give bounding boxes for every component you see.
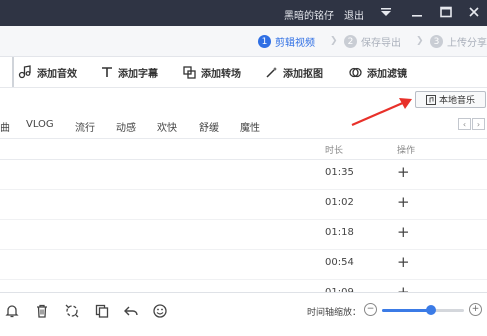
user-name[interactable]: 黑暗的铭仔: [284, 7, 334, 22]
step-save-export[interactable]: 2 保存导出: [344, 34, 401, 49]
add-filter-button[interactable]: 添加滤镜: [349, 57, 407, 87]
category-tab[interactable]: 魔性: [240, 119, 260, 134]
music-row[interactable]: 01:35 +: [0, 159, 487, 190]
tool-row: 添加音效 添加字幕 添加转场 添加抠图 添加滤镜: [0, 57, 487, 88]
transition-icon: [183, 65, 196, 79]
step-number: 3: [430, 35, 443, 48]
add-icon[interactable]: +: [397, 253, 410, 271]
category-tab[interactable]: 舒缓: [199, 119, 219, 134]
tool-label: 添加音效: [37, 68, 77, 80]
add-subtitle-button[interactable]: 添加字幕: [101, 57, 158, 87]
trash-icon[interactable]: [34, 303, 50, 319]
step-number: 1: [258, 35, 271, 48]
slider-fill: [382, 309, 432, 312]
actions-header: 操作: [397, 146, 416, 156]
music-row[interactable]: 01:02 +: [0, 189, 487, 220]
menu-dropdown-icon[interactable]: [378, 4, 394, 20]
timeline-zoom-slider[interactable]: [382, 305, 464, 315]
tool-label: 添加字幕: [118, 68, 158, 80]
music-row[interactable]: 01:18 +: [0, 219, 487, 250]
step-label: 保存导出: [361, 38, 401, 49]
copy-icon[interactable]: [94, 303, 110, 319]
step-edit-video[interactable]: 1 剪辑视频: [258, 34, 315, 49]
step-bar: 1 剪辑视频 ❯ 2 保存导出 ❯ 3 上传分享: [0, 26, 487, 57]
category-tab[interactable]: 欢快: [157, 119, 177, 134]
category-tabs: 曲 VLOG 流行 动感 欢快 舒缓 魔性: [0, 115, 487, 135]
music-note-icon: [18, 65, 31, 79]
category-tab[interactable]: 曲: [0, 119, 10, 134]
duration-value: 00:54: [325, 257, 354, 268]
duration-value: 01:02: [325, 197, 354, 208]
zoom-in-button[interactable]: +: [469, 303, 482, 316]
step-label: 上传分享: [447, 38, 487, 49]
add-icon[interactable]: +: [397, 163, 410, 181]
category-tab[interactable]: 动感: [116, 119, 136, 134]
local-music-button[interactable]: 本地音乐: [415, 91, 486, 108]
duration-header: 时长: [325, 146, 344, 156]
music-row[interactable]: 00:54 +: [0, 249, 487, 280]
add-icon[interactable]: +: [397, 193, 410, 211]
folder-music-icon: [425, 94, 436, 105]
add-sound-effect-button[interactable]: 添加音效: [12, 57, 77, 87]
tool-label: 添加滤镜: [367, 68, 407, 80]
logout-link[interactable]: 退出: [344, 7, 364, 22]
add-icon[interactable]: +: [397, 223, 410, 241]
minimize-icon[interactable]: [409, 4, 425, 20]
chevron-right-icon: ❯: [416, 36, 424, 46]
slider-handle[interactable]: [426, 305, 437, 315]
bell-icon[interactable]: [4, 303, 20, 319]
bottom-toolbar: 时间轴缩放： − +: [0, 292, 487, 336]
chevron-right-icon: ❯: [330, 36, 338, 46]
duration-value: 01:35: [325, 167, 354, 178]
local-music-label: 本地音乐: [438, 96, 475, 106]
tool-label: 添加转场: [201, 68, 241, 80]
add-transition-button[interactable]: 添加转场: [183, 57, 241, 87]
crop-icon[interactable]: [64, 303, 80, 319]
maximize-icon[interactable]: [438, 4, 454, 20]
text-T-icon: [102, 67, 112, 77]
add-cutout-button[interactable]: 添加抠图: [265, 57, 323, 87]
title-bar: 黑暗的铭仔 退出: [0, 0, 487, 26]
duration-value: 01:18: [325, 227, 354, 238]
next-page-icon[interactable]: ›: [472, 118, 485, 130]
tool-label: 添加抠图: [283, 68, 323, 80]
zoom-out-button[interactable]: −: [364, 303, 377, 316]
step-label: 剪辑视频: [275, 38, 315, 49]
smile-icon[interactable]: [152, 303, 168, 319]
category-tab[interactable]: VLOG: [26, 119, 54, 130]
filter-icon: [349, 67, 362, 77]
step-upload-share[interactable]: 3 上传分享: [430, 34, 487, 49]
magic-wand-icon: [266, 66, 278, 78]
timeline-zoom-label: 时间轴缩放：: [307, 308, 362, 318]
prev-page-icon[interactable]: ‹: [458, 118, 471, 130]
music-list-header: 时长 操作: [0, 138, 487, 160]
undo-icon[interactable]: [123, 303, 139, 319]
step-number: 2: [344, 35, 357, 48]
category-tab[interactable]: 流行: [75, 119, 95, 134]
close-icon[interactable]: [466, 4, 482, 20]
